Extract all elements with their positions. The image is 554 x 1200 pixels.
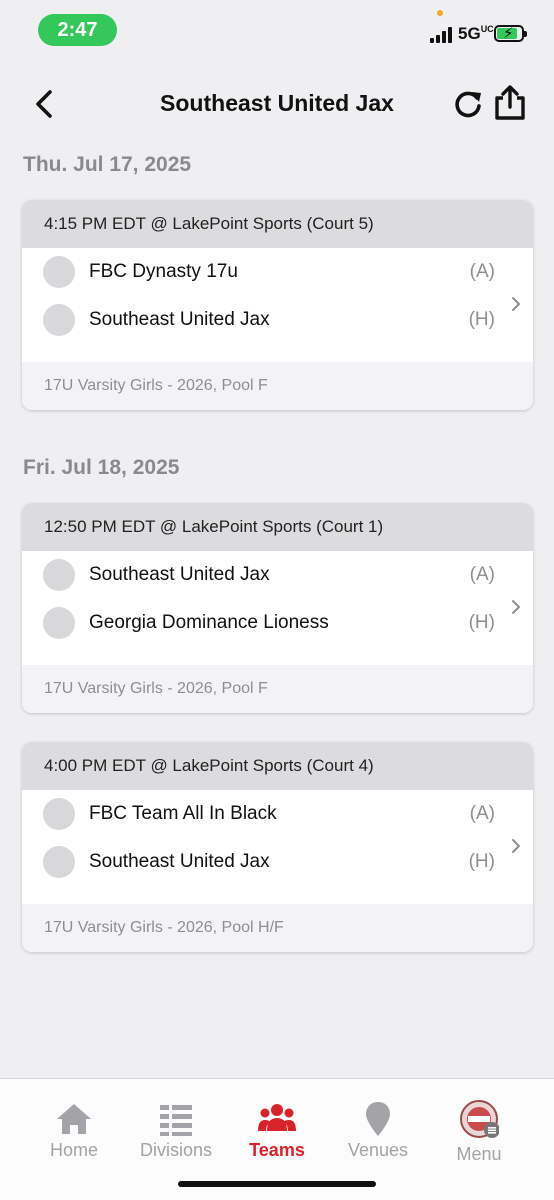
share-button[interactable]: [492, 84, 528, 122]
game-division: 17U Varsity Girls - 2026, Pool F: [22, 665, 533, 713]
status-bar: 2:47 5GUC ⚡: [0, 0, 554, 60]
team-side: (A): [469, 803, 495, 824]
date-heading: Thu. Jul 17, 2025: [23, 153, 192, 176]
tab-venues[interactable]: Venues: [328, 1079, 428, 1169]
teams-icon: [258, 1104, 296, 1131]
home-icon: [57, 1104, 91, 1134]
tab-label: Teams: [249, 1140, 305, 1160]
game-division: 17U Varsity Girls - 2026, Pool H/F: [22, 904, 533, 952]
team-row: Southeast United Jax (H): [22, 296, 533, 344]
date-heading: Fri. Jul 18, 2025: [23, 456, 180, 479]
team-avatar: [43, 559, 75, 591]
divisions-icon: [160, 1105, 192, 1136]
team-avatar: [43, 304, 75, 336]
team-side: (H): [468, 612, 495, 633]
tab-label: Menu: [456, 1144, 502, 1164]
team-side: (H): [468, 309, 495, 330]
chevron-right-icon: [512, 297, 520, 311]
chevron-right-icon: [512, 839, 520, 853]
team-avatar: [43, 256, 75, 288]
team-name: Southeast United Jax: [89, 564, 270, 585]
team-side: (A): [469, 564, 495, 585]
team-name: Southeast United Jax: [89, 309, 270, 330]
tab-teams[interactable]: Teams: [227, 1079, 327, 1169]
team-row: Georgia Dominance Lioness (H): [22, 599, 533, 647]
venue-pin-icon: [366, 1102, 390, 1136]
battery-charging-icon: ⚡: [494, 25, 527, 42]
home-indicator: [178, 1181, 376, 1187]
chevron-right-icon: [512, 600, 520, 614]
team-row: FBC Team All In Black (A): [22, 790, 533, 838]
game-time-venue: 12:50 PM EDT @ LakePoint Sports (Court 1…: [22, 503, 533, 551]
team-row: FBC Dynasty 17u (A): [22, 248, 533, 296]
team-name: Southeast United Jax: [89, 851, 270, 872]
team-side: (H): [468, 851, 495, 872]
cellular-signal-icon: [430, 27, 454, 43]
tab-label: Divisions: [139, 1140, 213, 1160]
team-row: Southeast United Jax (A): [22, 551, 533, 599]
team-name: FBC Team All In Black: [89, 803, 277, 824]
tab-menu[interactable]: Menu: [429, 1079, 529, 1169]
team-avatar: [43, 798, 75, 830]
team-avatar: [43, 607, 75, 639]
network-type: 5GUC: [458, 24, 494, 43]
nav-header: Southeast United Jax: [0, 80, 554, 130]
privacy-indicator-dot: [437, 10, 443, 16]
tab-home[interactable]: Home: [24, 1079, 124, 1169]
menu-logo-icon: [460, 1100, 499, 1138]
tab-label: Venues: [347, 1140, 409, 1160]
team-avatar: [43, 846, 75, 878]
refresh-icon: [455, 91, 481, 118]
team-name: FBC Dynasty 17u: [89, 261, 238, 282]
team-row: Southeast United Jax (H): [22, 838, 533, 886]
game-division: 17U Varsity Girls - 2026, Pool F: [22, 362, 533, 410]
status-time: 2:47: [38, 14, 117, 46]
team-name: Georgia Dominance Lioness: [89, 612, 329, 633]
game-card[interactable]: 4:15 PM EDT @ LakePoint Sports (Court 5)…: [22, 200, 533, 410]
refresh-button[interactable]: [450, 86, 486, 122]
game-time-venue: 4:00 PM EDT @ LakePoint Sports (Court 4): [22, 742, 533, 790]
tab-label: Home: [49, 1140, 98, 1160]
share-icon: [495, 85, 525, 120]
game-time-venue: 4:15 PM EDT @ LakePoint Sports (Court 5): [22, 200, 533, 248]
team-side: (A): [469, 261, 495, 282]
tab-divisions[interactable]: Divisions: [126, 1079, 226, 1169]
game-card[interactable]: 4:00 PM EDT @ LakePoint Sports (Court 4)…: [22, 742, 533, 952]
game-card[interactable]: 12:50 PM EDT @ LakePoint Sports (Court 1…: [22, 503, 533, 713]
